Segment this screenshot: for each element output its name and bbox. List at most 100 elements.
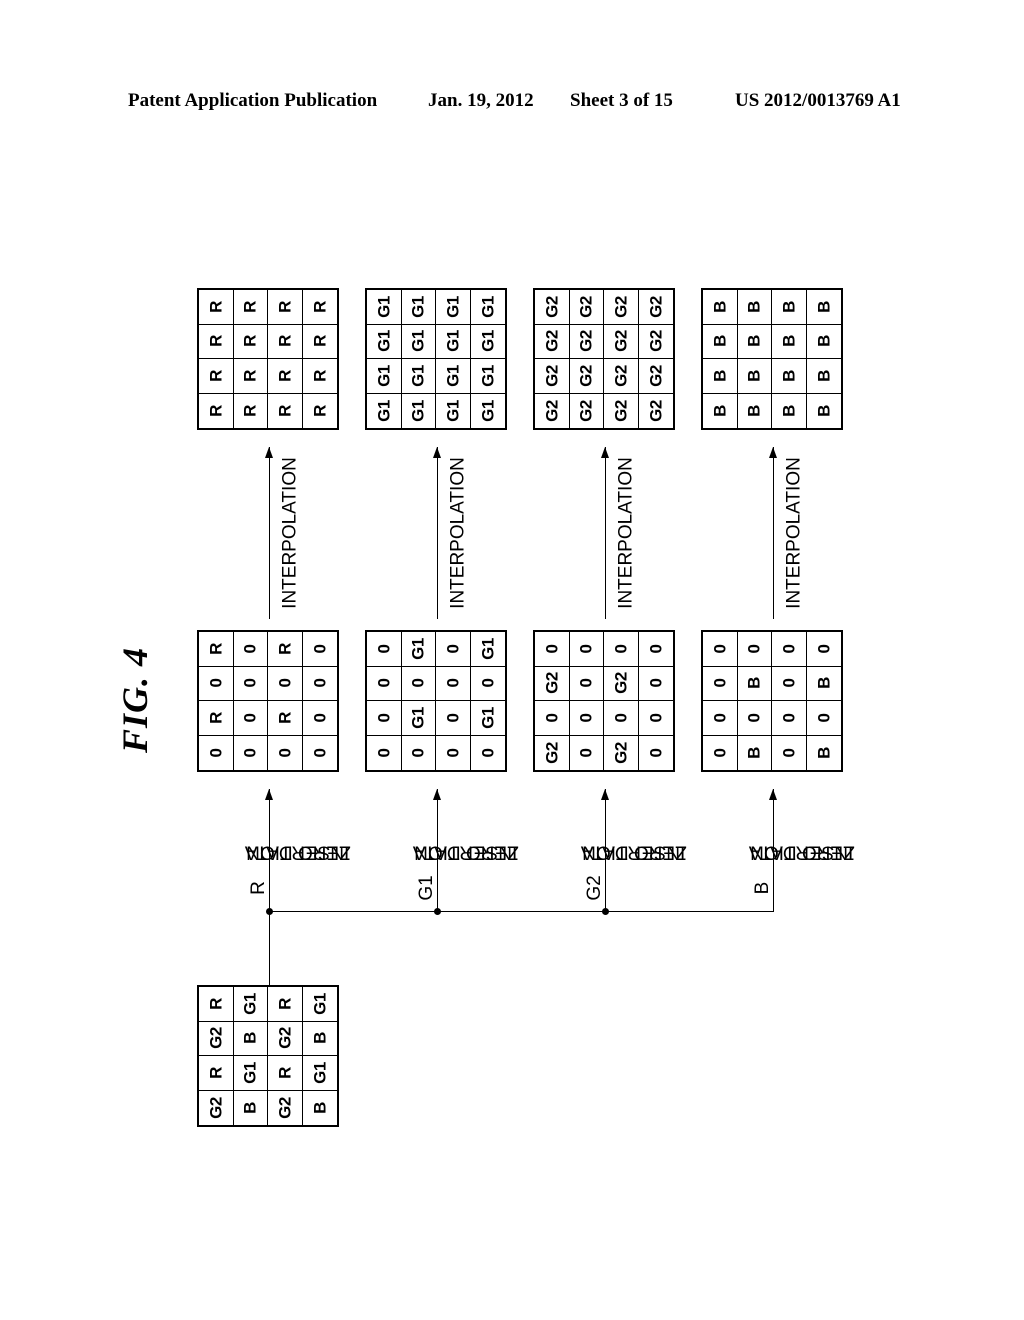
grid-cell-label: G2 (542, 741, 562, 764)
grid-cell-label: R (206, 1066, 226, 1079)
grid-cell-label: G2 (275, 1027, 295, 1050)
grid-cell: 0 (302, 667, 337, 701)
channel-label-g2: G2 (584, 875, 605, 901)
grid-cell-label: 0 (310, 644, 330, 654)
grid-cell: G1 (470, 290, 505, 325)
grid-cell: G2 (569, 290, 604, 325)
grid-cell: 0 (234, 735, 268, 770)
grid-cell-label: B (744, 335, 764, 348)
grid-cell-label: 0 (646, 713, 666, 723)
header-sheet-number: Sheet 3 of 15 (570, 90, 673, 111)
grid-cell-label: 0 (374, 713, 394, 723)
grid-cell: 0 (569, 701, 604, 736)
grid-cell-label: 0 (443, 644, 463, 654)
grid-cell-label: 0 (408, 748, 428, 758)
channel-split-stem (269, 911, 270, 985)
grid-cell: 0 (303, 736, 338, 771)
grid-cell-label: G1 (408, 399, 428, 422)
grid-cell: R (268, 987, 303, 1022)
grid-cell: G2 (604, 666, 639, 701)
grid-cell-label: B (744, 300, 764, 313)
grid-cell-label: 0 (576, 713, 596, 723)
grid-cell-label: G1 (443, 364, 463, 387)
grid-cell: 0 (806, 632, 841, 667)
arrow-head-icon (769, 789, 777, 800)
grid-cell: R (302, 290, 337, 325)
grid-cell: R (233, 324, 268, 359)
grid-cell-label: G1 (374, 399, 394, 422)
grid-cell: G1 (436, 290, 471, 325)
grid-cell-label: R (310, 335, 330, 348)
grid-cell: R (268, 701, 303, 736)
grid-cell: B (772, 359, 807, 394)
branch-junction-dot-g1 (434, 908, 441, 915)
grid-cell-label: G2 (206, 1027, 226, 1050)
grid-cell: G1 (367, 324, 402, 359)
grid-cell: G1 (401, 701, 436, 736)
grid-cell-label: G1 (443, 330, 463, 353)
grid-cell: R (268, 1056, 303, 1091)
grid-cell: G1 (470, 632, 505, 667)
channel-label-b: B (752, 881, 773, 895)
grid-cell: B (772, 324, 807, 359)
grid-cell: G2 (535, 393, 570, 428)
grid-cell: R (234, 393, 268, 428)
grid-cell-label: 0 (744, 644, 764, 654)
grid-cell-label: G2 (646, 295, 666, 318)
grid-cell-label: B (240, 1101, 260, 1114)
grid-cell-label: R (275, 997, 295, 1010)
grid-cell: B (703, 290, 738, 325)
grid-cell: 0 (737, 701, 772, 736)
zero-data-insertion-label-r: ZERO DATA INSERTION (245, 840, 351, 862)
grid-cell: 0 (772, 701, 807, 736)
grid-cell: B (737, 666, 772, 701)
grid-cell-label: 0 (478, 748, 498, 758)
grid-cell-label: G2 (542, 399, 562, 422)
grid-cell-label: R (275, 642, 295, 655)
grid-cell: G2 (569, 359, 604, 394)
grid-cell: 0 (772, 735, 807, 770)
grid-cell: B (772, 393, 807, 428)
grid-cell-label: 0 (646, 748, 666, 758)
grid-cell-label: R (275, 404, 295, 417)
grid-cell: G2 (535, 324, 570, 359)
grid-cell-label: B (814, 369, 834, 382)
header-publication-date: Jan. 19, 2012 (428, 90, 534, 111)
grid-cell: 0 (302, 632, 337, 667)
grid-cell-label: B (814, 677, 834, 690)
grid-cell: B (738, 735, 772, 770)
grid-cell-label: G2 (611, 330, 631, 353)
grid-cell-label: G2 (611, 741, 631, 764)
grid-cell-label: 0 (310, 748, 330, 758)
grid-cell: G1 (436, 324, 471, 359)
grid-cell-label: 0 (710, 678, 730, 688)
grid-cell: 0 (268, 735, 303, 770)
grid-cell-label: B (310, 1032, 330, 1045)
grid-cell-label: G1 (478, 330, 498, 353)
grid-cell: G1 (470, 325, 505, 359)
grid-cell: R (199, 324, 234, 359)
grid-cell: G2 (604, 393, 639, 428)
grid-cell-label: 0 (814, 713, 834, 723)
grid-cell: G1 (367, 359, 402, 394)
grid-cell-label: 0 (443, 678, 463, 688)
grid-cell: 0 (604, 701, 639, 736)
grid-cell-label: 0 (478, 678, 498, 688)
grid-cell: R (199, 359, 234, 394)
grid-cell-label: B (814, 300, 834, 313)
grid-cell-label: B (744, 677, 764, 690)
grid-cell-label: G1 (443, 399, 463, 422)
arrow-head-icon (433, 447, 441, 458)
grid-cell: R (233, 359, 268, 394)
grid-cell: R (199, 987, 234, 1022)
grid-cell: G1 (367, 393, 402, 428)
grid-cell-label: 0 (779, 713, 799, 723)
grid-cell-label: 0 (275, 678, 295, 688)
grid-cell-label: 0 (576, 644, 596, 654)
grid-cell-label: B (710, 404, 730, 417)
grid-cell: B (737, 290, 772, 325)
grid-cell: B (703, 393, 738, 428)
grid-cell-label: G2 (275, 1096, 295, 1119)
grid-cell: 0 (604, 632, 639, 667)
header-publication-title: Patent Application Publication (128, 90, 378, 111)
